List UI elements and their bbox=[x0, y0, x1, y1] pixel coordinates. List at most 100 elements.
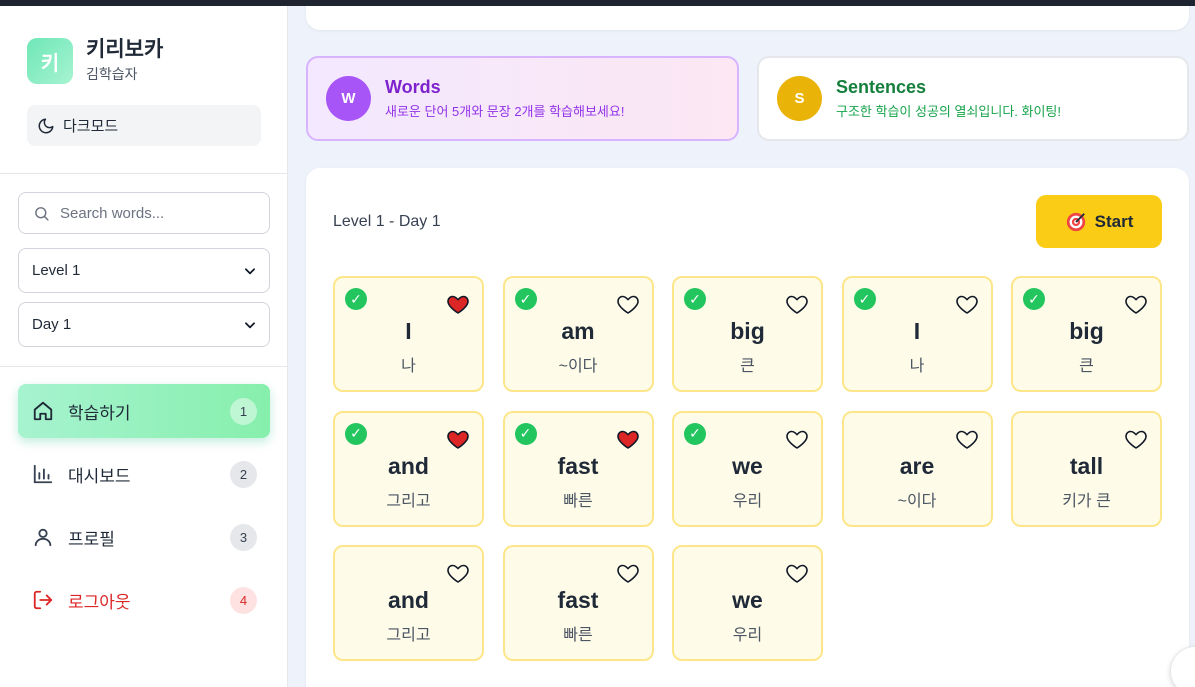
card-meaning: 그리고 bbox=[386, 492, 431, 510]
darkmode-toggle[interactable]: 다크모드 bbox=[27, 105, 261, 146]
word-card[interactable]: ✓ we 우리 bbox=[672, 410, 823, 527]
day-select[interactable]: Day 1 bbox=[18, 302, 270, 347]
day-select-value: Day 1 bbox=[32, 316, 72, 333]
start-button[interactable]: Start bbox=[1036, 195, 1162, 248]
heart-icon[interactable] bbox=[784, 292, 810, 316]
brand: 키 키리보카 김학습자 bbox=[27, 38, 163, 84]
card-meaning: ~이다 bbox=[558, 358, 598, 375]
check-icon: ✓ bbox=[1023, 288, 1045, 310]
level-select[interactable]: Level 1 bbox=[18, 248, 270, 293]
word-card[interactable]: fast 빠른 bbox=[502, 545, 654, 661]
card-meaning: 빠른 bbox=[563, 492, 593, 510]
moon-icon bbox=[38, 118, 54, 133]
check-icon: ✓ bbox=[684, 288, 706, 310]
logout-icon bbox=[33, 590, 53, 610]
level-day-title: Level 1 - Day 1 bbox=[333, 213, 441, 230]
home-icon bbox=[33, 401, 53, 421]
card-word: I bbox=[913, 318, 921, 344]
sidebar-divider bbox=[0, 366, 288, 367]
nav-item-logout[interactable]: 로그아웃 4 bbox=[18, 573, 270, 627]
card-meaning: 나 bbox=[909, 358, 925, 375]
word-card[interactable]: ✓ I 나 bbox=[841, 276, 993, 392]
sentences-avatar: S bbox=[777, 76, 822, 121]
heart-filled-icon[interactable] bbox=[445, 292, 471, 316]
card-meaning: 우리 bbox=[732, 627, 763, 644]
app-title: 키리보카 bbox=[86, 38, 164, 61]
card-meaning: 우리 bbox=[732, 492, 763, 510]
heart-icon[interactable] bbox=[954, 427, 980, 451]
nav-item-dashboard[interactable]: 대시보드 2 bbox=[18, 447, 270, 501]
check-icon: ✓ bbox=[345, 288, 367, 310]
card-word: are bbox=[899, 452, 935, 479]
nav-badge: 2 bbox=[230, 460, 257, 488]
nav-badge: 1 bbox=[230, 397, 257, 425]
target-icon bbox=[1066, 212, 1085, 231]
search-box[interactable] bbox=[18, 192, 270, 234]
word-card[interactable]: ✓ fast 빠른 bbox=[502, 410, 654, 527]
chevron-down-icon bbox=[245, 321, 255, 328]
card-word: I bbox=[405, 318, 412, 344]
sidebar-divider bbox=[0, 173, 288, 174]
card-word: big bbox=[1069, 318, 1104, 344]
search-input[interactable] bbox=[60, 204, 250, 222]
nav-label: 프로필 bbox=[68, 529, 115, 549]
card-word: we bbox=[732, 587, 763, 613]
card-meaning: 큰 bbox=[740, 358, 755, 375]
check-icon: ✓ bbox=[514, 422, 537, 445]
words-title: Words bbox=[385, 77, 441, 97]
words-desc: 새로운 단어 5개와 문장 2개를 학습해보세요! bbox=[385, 104, 625, 119]
check-icon: ✓ bbox=[514, 288, 537, 310]
sidebar: 키 키리보카 김학습자 다크모드 Level 1 Day 1 학습하기 1 대시… bbox=[0, 6, 288, 687]
nav-item-profile[interactable]: 프로필 3 bbox=[18, 510, 270, 564]
word-card[interactable]: ✓ and 그리고 bbox=[333, 410, 484, 527]
card-word: fast bbox=[557, 452, 599, 479]
word-card[interactable]: ✓ am ~이다 bbox=[502, 276, 654, 392]
word-card[interactable]: tall 키가 큰 bbox=[1011, 410, 1162, 527]
sentences-title: Sentences bbox=[836, 77, 927, 97]
heart-filled-icon[interactable] bbox=[445, 427, 471, 451]
check-icon: ✓ bbox=[853, 288, 876, 310]
nav-badge: 4 bbox=[230, 586, 257, 614]
search-icon bbox=[35, 206, 49, 221]
heart-icon[interactable] bbox=[1123, 292, 1149, 316]
heart-filled-icon[interactable] bbox=[615, 427, 641, 451]
user-icon bbox=[34, 528, 52, 547]
card-word: we bbox=[732, 452, 763, 479]
words-avatar: W bbox=[326, 76, 371, 121]
card-meaning: 큰 bbox=[1079, 358, 1094, 375]
nav-label: 로그아웃 bbox=[68, 592, 131, 612]
window-top-bar bbox=[0, 0, 1195, 6]
heart-icon[interactable] bbox=[954, 292, 980, 316]
card-word: tall bbox=[1069, 452, 1104, 479]
card-meaning: 그리고 bbox=[386, 627, 431, 644]
user-name: 김학습자 bbox=[86, 66, 138, 82]
heart-icon[interactable] bbox=[615, 292, 641, 316]
start-label: Start bbox=[1094, 211, 1134, 231]
word-card[interactable]: ✓ big 큰 bbox=[672, 276, 823, 392]
heart-icon[interactable] bbox=[784, 427, 810, 451]
heart-icon[interactable] bbox=[445, 561, 471, 585]
heart-icon[interactable] bbox=[784, 561, 810, 585]
card-meaning: 키가 큰 bbox=[1062, 492, 1111, 510]
word-card[interactable]: and 그리고 bbox=[333, 545, 484, 661]
nav-item-study[interactable]: 학습하기 1 bbox=[18, 384, 270, 438]
card-meaning: 빠른 bbox=[563, 627, 593, 644]
word-card[interactable]: ✓ big 큰 bbox=[1011, 276, 1162, 392]
study-panel: Level 1 - Day 1 Start ✓ I 나 ✓ am ~이다 ✓ big 큰 ✓ I 나 ✓… bbox=[306, 168, 1189, 687]
word-card[interactable]: are ~이다 bbox=[841, 410, 993, 527]
card-word: fast bbox=[557, 587, 599, 613]
nav-label: 학습하기 bbox=[68, 403, 131, 423]
heart-icon[interactable] bbox=[1123, 427, 1149, 451]
check-icon: ✓ bbox=[684, 422, 706, 445]
heart-icon[interactable] bbox=[615, 561, 641, 585]
check-icon: ✓ bbox=[345, 422, 367, 445]
sentences-info-card: S Sentences 구조한 학습이 성공의 열쇠입니다. 화이팅! bbox=[757, 56, 1189, 141]
level-select-value: Level 1 bbox=[32, 262, 81, 279]
word-card[interactable]: we 우리 bbox=[672, 545, 823, 661]
sentences-desc: 구조한 학습이 성공의 열쇠입니다. 화이팅! bbox=[836, 104, 1061, 119]
word-card[interactable]: ✓ I 나 bbox=[333, 276, 484, 392]
card-meaning: 나 bbox=[401, 358, 416, 375]
card-word: am bbox=[561, 318, 595, 344]
card-word: big bbox=[730, 318, 765, 344]
darkmode-label: 다크모드 bbox=[63, 118, 119, 135]
